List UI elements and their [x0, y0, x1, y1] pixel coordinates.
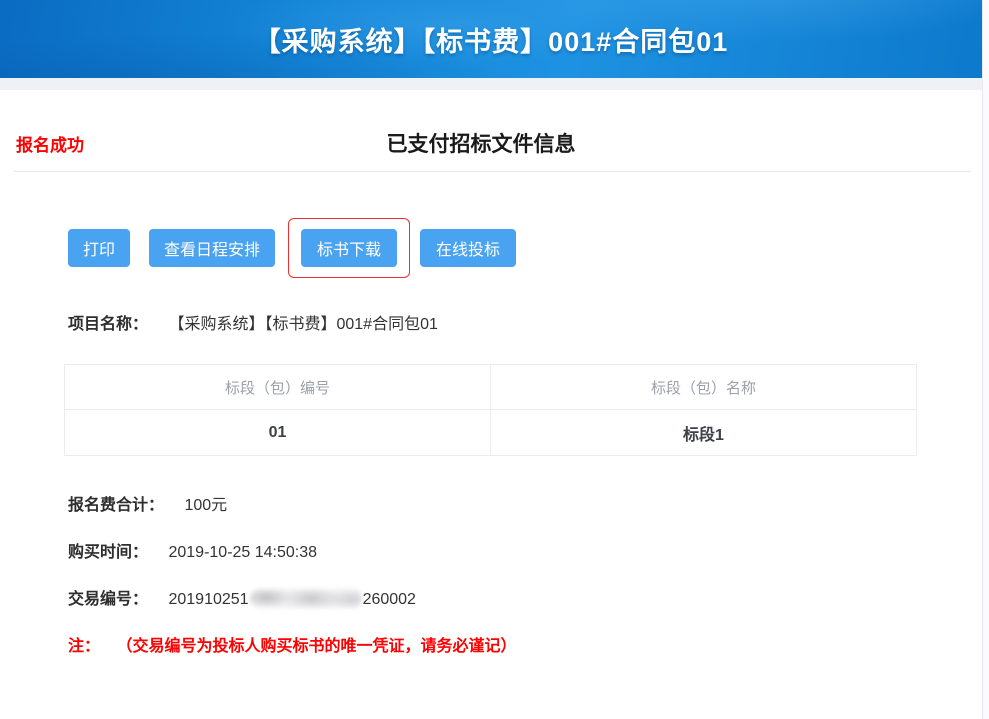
- bid-download-button[interactable]: 标书下载: [301, 229, 397, 267]
- table-row: 01 标段1: [65, 410, 917, 456]
- transaction-number-suffix: 260002: [363, 591, 416, 608]
- note-text: （交易编号为投标人购买标书的唯一凭证，请务必谨记）: [116, 638, 516, 655]
- view-schedule-button[interactable]: 查看日程安排: [149, 229, 275, 267]
- page-root: 【采购系统】【标书费】001#合同包01 报名成功 已支付招标文件信息 打印 查…: [0, 0, 989, 719]
- banner-title: 【采购系统】【标书费】001#合同包01: [254, 20, 729, 59]
- fee-total-label: 报名费合计：: [68, 497, 164, 514]
- project-name-label: 项目名称：: [68, 316, 148, 333]
- toolbar: 打印 查看日程安排 标书下载 在线投标: [68, 217, 516, 279]
- package-code-cell: 01: [65, 410, 491, 456]
- table-header-row: 标段（包）编号 标段（包）名称: [65, 365, 917, 410]
- online-bid-button[interactable]: 在线投标: [420, 229, 516, 267]
- page-title: 已支付招标文件信息: [0, 128, 962, 158]
- transaction-number-value: 201910251 260002: [168, 591, 415, 608]
- package-table: 标段（包）编号 标段（包）名称 01 标段1: [64, 364, 917, 456]
- column-header-package-name: 标段（包）名称: [491, 365, 917, 410]
- transaction-number-row: 交易编号： 201910251 260002: [68, 585, 416, 611]
- transaction-number-label: 交易编号：: [68, 591, 148, 608]
- note-label: 注：: [68, 638, 100, 655]
- column-header-package-code: 标段（包）编号: [65, 365, 491, 410]
- purchase-time-value: 2019-10-25 14:50:38: [168, 544, 317, 561]
- package-name-cell: 标段1: [491, 410, 917, 456]
- note-row: 注： （交易编号为投标人购买标书的唯一凭证，请务必谨记）: [68, 632, 516, 656]
- title-divider: [14, 171, 971, 172]
- transaction-number-prefix: 201910251: [168, 591, 248, 608]
- scrollbar-track[interactable]: [982, 0, 989, 719]
- download-highlight-box: 标书下载: [288, 218, 410, 278]
- header-banner: 【采购系统】【标书费】001#合同包01: [0, 0, 982, 78]
- fee-total-row: 报名费合计： 100元: [68, 491, 227, 515]
- purchase-time-label: 购买时间：: [68, 544, 148, 561]
- project-name-value: 【采购系统】【标书费】001#合同包01: [168, 316, 437, 333]
- purchase-time-row: 购买时间： 2019-10-25 14:50:38: [68, 538, 317, 562]
- print-button[interactable]: 打印: [68, 229, 130, 267]
- banner-underlay-band: [0, 78, 982, 90]
- fee-total-value: 100元: [184, 497, 227, 514]
- project-name-row: 项目名称： 【采购系统】【标书费】001#合同包01: [68, 310, 438, 334]
- redacted-area: [250, 589, 362, 608]
